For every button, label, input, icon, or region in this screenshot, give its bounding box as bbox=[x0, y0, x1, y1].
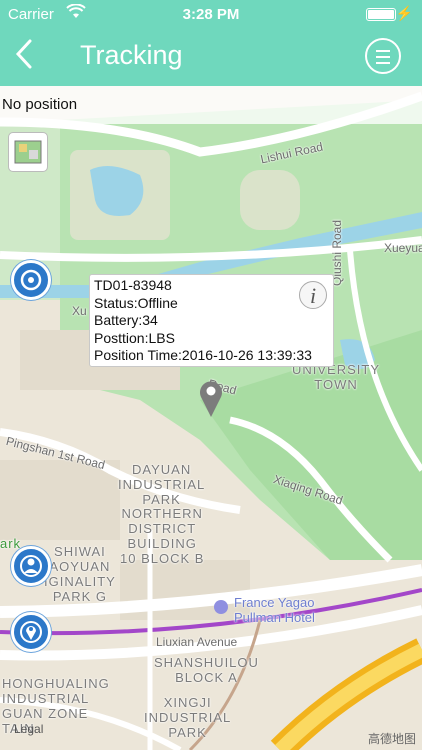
map-layer-button[interactable] bbox=[8, 132, 48, 172]
position-notice: No position bbox=[0, 86, 422, 124]
legal-link[interactable]: Legal bbox=[14, 722, 43, 736]
back-button[interactable] bbox=[14, 38, 44, 74]
page-title: Tracking bbox=[80, 40, 183, 70]
hotel-icon bbox=[214, 600, 228, 614]
nav-bar: Tracking bbox=[0, 30, 422, 86]
map-provider-logo: 高德地图 bbox=[367, 732, 416, 746]
battery-icon bbox=[366, 8, 396, 21]
map-label-shiwai: SHIWAI AOYUAN IGINALITY PARK G bbox=[44, 544, 116, 604]
device-id: TD01-83948 bbox=[94, 277, 172, 293]
my-location-button[interactable] bbox=[11, 612, 51, 652]
device-status: Status:Offline bbox=[94, 294, 178, 311]
map-label-dayuan: DAYUAN INDUSTRIAL PARK bbox=[118, 462, 206, 507]
map-label-xingji: XINGJI INDUSTRIAL PARK bbox=[144, 695, 232, 740]
charging-icon: ⚡ bbox=[395, 5, 413, 21]
map-label-hotel: France Yagao Pullman Hotel bbox=[234, 595, 315, 625]
device-location-pin-icon[interactable] bbox=[198, 378, 224, 423]
device-battery: Battery:34 bbox=[94, 312, 158, 329]
road-label-liuxian: Liuxian Avenue bbox=[156, 635, 238, 649]
locate-device-button[interactable] bbox=[11, 260, 51, 300]
info-icon[interactable]: i bbox=[299, 281, 327, 309]
locate-user-button[interactable] bbox=[11, 546, 51, 586]
target-icon bbox=[20, 269, 42, 291]
map-layer-icon bbox=[14, 140, 42, 164]
map-label-shanshuilou: SHANSHUILOU BLOCK A bbox=[154, 655, 259, 685]
chevron-left-icon bbox=[15, 39, 32, 69]
menu-button[interactable] bbox=[365, 38, 401, 74]
location-pin-icon bbox=[20, 621, 42, 643]
person-icon bbox=[20, 555, 42, 577]
road-label-xu: Xu bbox=[72, 304, 87, 318]
map-label-northern-district: NORTHERN DISTRICT BUILDING 10 BLOCK B bbox=[120, 506, 205, 566]
device-position-time: Position Time:2016-10-26 13:39:33 bbox=[94, 347, 312, 364]
device-info-popup[interactable]: TD01-83948 Status:Offline Battery:34 Pos… bbox=[89, 274, 334, 367]
status-bar: Carrier 3:28 PM ⚡ bbox=[0, 0, 422, 30]
road-label-xueyua: Xueyua bbox=[384, 241, 422, 255]
device-position-type: Posttion:LBS bbox=[94, 329, 175, 346]
menu-icon bbox=[376, 50, 390, 52]
clock: 3:28 PM bbox=[182, 6, 240, 23]
